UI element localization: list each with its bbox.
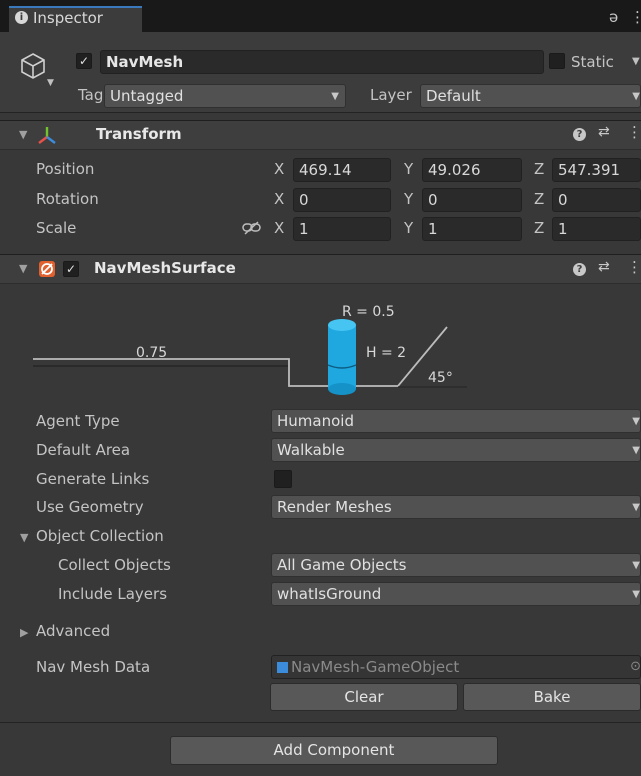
generate-links-checkbox[interactable] (274, 470, 292, 488)
agent-height-label: H = 2 (366, 345, 407, 361)
layer-label: Layer (370, 86, 412, 104)
presets-icon[interactable]: ⇄ (598, 124, 610, 140)
constrain-proportions-icon[interactable] (242, 221, 262, 235)
advanced-label[interactable]: Advanced (36, 622, 110, 640)
scale-z-axis[interactable]: Z (534, 219, 544, 237)
scale-label: Scale (36, 219, 77, 237)
use-geometry-value: Render Meshes (277, 498, 392, 516)
tag-dropdown[interactable]: Untagged ▼ (104, 84, 346, 108)
agent-cylinder-top (328, 319, 356, 331)
component-menu-icon[interactable]: ⋮ (627, 123, 641, 141)
collect-objects-label: Collect Objects (58, 556, 171, 574)
scale-y-field[interactable]: 1 (422, 217, 522, 241)
use-geometry-label: Use Geometry (36, 498, 144, 516)
default-area-value: Walkable (277, 441, 345, 459)
position-y-axis[interactable]: Y (404, 160, 413, 178)
position-x-axis[interactable]: X (274, 160, 284, 178)
navmeshsurface-title: NavMeshSurface (94, 259, 236, 277)
info-icon: i (15, 11, 28, 24)
rotation-x-axis[interactable]: X (274, 190, 284, 208)
collect-objects-value: All Game Objects (277, 556, 407, 574)
chevron-down-icon: ▼ (632, 416, 640, 427)
include-layers-label: Include Layers (58, 585, 168, 603)
tab-label: Inspector (33, 9, 103, 27)
position-z-field[interactable]: 547.391 (552, 158, 641, 182)
section-divider (0, 722, 641, 723)
static-dropdown-arrow[interactable]: ▼ (632, 56, 640, 67)
generate-links-label: Generate Links (36, 470, 150, 488)
include-layers-dropdown[interactable]: whatIsGround ▼ (271, 582, 641, 606)
nav-mesh-data-field[interactable]: NavMesh-GameObject ⊙ (271, 655, 641, 679)
default-area-dropdown[interactable]: Walkable ▼ (271, 438, 641, 462)
chevron-down-icon: ▼ (632, 589, 640, 600)
agent-cylinder-bottom (328, 383, 356, 395)
max-slope-label: 45° (428, 370, 453, 386)
object-collection-foldout-icon[interactable]: ▼ (20, 531, 28, 544)
rotation-y-axis[interactable]: Y (404, 190, 413, 208)
layer-value: Default (426, 87, 481, 105)
add-component-button[interactable]: Add Component (170, 736, 498, 765)
tag-value: Untagged (110, 87, 184, 105)
agent-type-value: Humanoid (277, 412, 354, 430)
use-geometry-dropdown[interactable]: Render Meshes ▼ (271, 495, 641, 519)
nav-mesh-data-value: NavMesh-GameObject (291, 658, 460, 676)
transform-icon (38, 127, 56, 144)
default-area-label: Default Area (36, 441, 131, 459)
gameobject-cube-icon[interactable] (20, 52, 46, 80)
object-collection-label[interactable]: Object Collection (36, 527, 164, 545)
static-checkbox[interactable] (549, 53, 565, 69)
rotation-y-field[interactable]: 0 (422, 188, 522, 212)
navmesh-asset-icon (277, 662, 288, 673)
scale-x-axis[interactable]: X (274, 219, 284, 237)
chevron-down-icon: ▼ (331, 91, 339, 102)
rotation-z-axis[interactable]: Z (534, 190, 544, 208)
rotation-x-field[interactable]: 0 (293, 188, 391, 212)
tag-label: Tag (78, 86, 104, 104)
object-picker-icon[interactable]: ⊙ (630, 656, 640, 678)
step-height-label: 0.75 (136, 345, 168, 361)
lock-icon[interactable]: ə (609, 8, 618, 26)
scale-z-field[interactable]: 1 (552, 217, 641, 241)
chevron-down-icon: ▼ (632, 445, 640, 456)
transform-title: Transform (96, 125, 182, 143)
navmesh-script-icon (39, 261, 55, 277)
agent-type-dropdown[interactable]: Humanoid ▼ (271, 409, 641, 433)
foldout-arrow-icon[interactable]: ▼ (19, 262, 27, 275)
static-label: Static (571, 53, 614, 71)
agent-type-label: Agent Type (36, 412, 120, 430)
presets-icon[interactable]: ⇄ (598, 259, 610, 275)
bake-button[interactable]: Bake (463, 683, 641, 711)
rotation-z-field[interactable]: 0 (552, 188, 641, 212)
scale-x-field[interactable]: 1 (293, 217, 391, 241)
position-label: Position (36, 160, 95, 178)
nav-mesh-data-label: Nav Mesh Data (36, 658, 151, 676)
include-layers-value: whatIsGround (277, 585, 382, 603)
collect-objects-dropdown[interactable]: All Game Objects ▼ (271, 553, 641, 577)
scale-y-axis[interactable]: Y (404, 219, 413, 237)
foldout-arrow-icon[interactable]: ▼ (19, 128, 27, 141)
position-y-field[interactable]: 49.026 (422, 158, 522, 182)
agent-diagram (33, 319, 467, 395)
component-menu-icon[interactable]: ⋮ (627, 258, 641, 276)
tab-inspector[interactable]: i Inspector (9, 6, 142, 32)
chevron-down-icon: ▼ (632, 502, 640, 513)
help-icon[interactable]: ? (573, 128, 586, 141)
agent-cylinder (328, 325, 356, 389)
object-name-field[interactable]: NavMesh (100, 50, 544, 74)
kebab-menu-icon[interactable]: ⋮ (630, 8, 641, 26)
rotation-label: Rotation (36, 190, 99, 208)
agent-radius-label: R = 0.5 (342, 304, 395, 320)
clear-button[interactable]: Clear (270, 683, 458, 711)
chevron-down-icon: ▼ (632, 91, 640, 102)
position-z-axis[interactable]: Z (534, 160, 544, 178)
position-x-field[interactable]: 469.14 (293, 158, 391, 182)
active-checkbox[interactable]: ✓ (76, 53, 92, 69)
icon-dropdown-arrow[interactable]: ▼ (47, 78, 54, 88)
help-icon[interactable]: ? (573, 263, 586, 276)
layer-dropdown[interactable]: Default ▼ (420, 84, 641, 108)
advanced-foldout-icon[interactable]: ▶ (20, 626, 28, 639)
component-enabled-checkbox[interactable]: ✓ (63, 261, 79, 277)
chevron-down-icon: ▼ (632, 560, 640, 571)
